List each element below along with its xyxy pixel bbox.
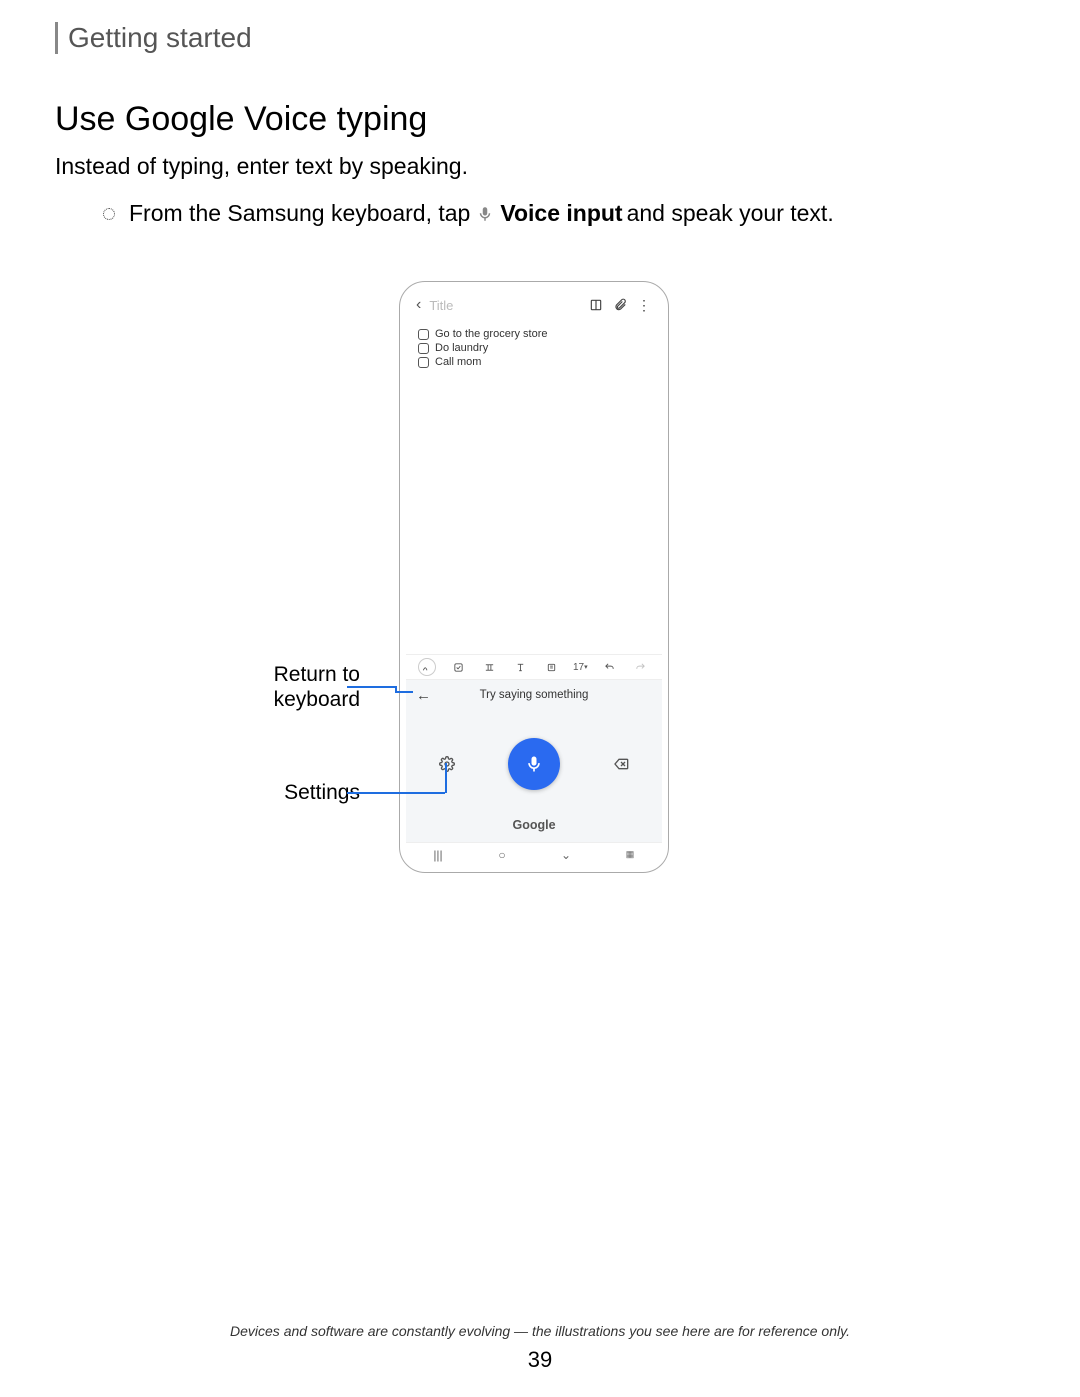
- leader-line: [445, 763, 447, 793]
- keyboard-nav-icon[interactable]: ▦: [621, 849, 639, 860]
- step-pre: From the Samsung keyboard, tap: [129, 200, 470, 227]
- list-item: Go to the grocery store: [418, 328, 650, 340]
- intro-text: Instead of typing, enter text by speakin…: [55, 153, 1025, 180]
- phone-mockup: ‹ Title ⋮ Go to the grocery store Do lau…: [399, 281, 669, 873]
- redo-icon: [631, 658, 649, 676]
- checklist: Go to the grocery store Do laundry Call …: [406, 322, 662, 374]
- system-navbar: ||| ○ ⌄ ▦: [406, 842, 662, 866]
- handwriting-icon: [418, 658, 436, 676]
- voice-hint: Try saying something: [431, 689, 637, 701]
- callout-settings: Settings: [220, 780, 360, 805]
- back-nav-icon[interactable]: ⌄: [557, 848, 575, 862]
- return-keyboard-button[interactable]: ←: [416, 687, 431, 704]
- page-number: 39: [0, 1347, 1080, 1373]
- list-item: Call mom: [418, 356, 650, 368]
- google-brand: Google: [406, 818, 662, 842]
- microphone-icon: [474, 203, 496, 225]
- step-instruction: From the Samsung keyboard, tap Voice inp…: [55, 200, 1025, 227]
- undo-icon: [601, 658, 619, 676]
- reader-icon: [588, 297, 604, 313]
- step-label: Voice input: [500, 200, 622, 227]
- note-body: [406, 374, 662, 654]
- figure: ‹ Title ⋮ Go to the grocery store Do lau…: [55, 281, 1025, 901]
- leader-line: [347, 792, 445, 794]
- font-size-picker: 17▾: [573, 658, 588, 676]
- breadcrumb-text: Getting started: [68, 22, 1025, 54]
- delete-button[interactable]: [610, 753, 632, 775]
- text-style-icon: [511, 658, 529, 676]
- block-icon: [542, 658, 560, 676]
- list-item: Do laundry: [418, 342, 650, 354]
- checkbox-icon: [418, 343, 429, 354]
- breadcrumb: Getting started: [55, 22, 1025, 54]
- back-icon: ‹: [416, 296, 421, 314]
- leader-line: [347, 686, 395, 688]
- checkbox-icon: [418, 357, 429, 368]
- checkbox-tool-icon: [449, 658, 467, 676]
- page-title: Use Google Voice typing: [55, 100, 1025, 139]
- home-icon[interactable]: ○: [493, 848, 511, 862]
- footer-disclaimer: Devices and software are constantly evol…: [0, 1323, 1080, 1339]
- title-placeholder: Title: [429, 298, 453, 313]
- voice-panel: ← Try saying something: [406, 680, 662, 842]
- attachment-icon: [612, 297, 628, 313]
- leader-line: [395, 691, 413, 693]
- more-icon: ⋮: [636, 297, 652, 313]
- checkbox-icon: [418, 329, 429, 340]
- recents-icon[interactable]: |||: [429, 848, 447, 862]
- settings-button[interactable]: [436, 753, 458, 775]
- callout-return-keyboard: Return to keyboard: [220, 662, 360, 712]
- app-header: ‹ Title ⋮: [406, 288, 662, 322]
- voice-input-button[interactable]: [508, 738, 560, 790]
- note-toolbar: 17▾: [406, 654, 662, 680]
- step-post: and speak your text.: [627, 200, 834, 227]
- text-format-icon: [480, 658, 498, 676]
- bullet-icon: [103, 208, 115, 220]
